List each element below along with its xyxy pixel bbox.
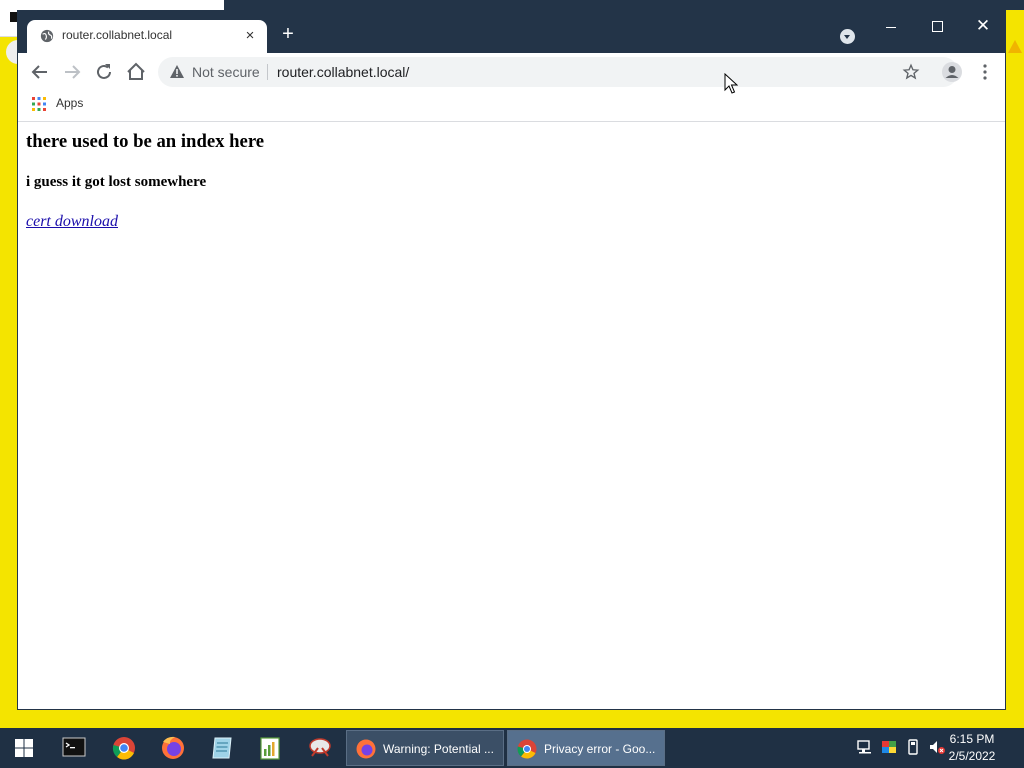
- taskbar-chrome-label: Privacy error - Goo...: [544, 742, 656, 756]
- clock-date: 2/5/2022: [948, 749, 996, 763]
- chrome-icon: [517, 739, 537, 759]
- globe-icon: [40, 29, 54, 43]
- page-subheading: i guess it got lost somewhere: [26, 174, 207, 190]
- tab-title: router.collabnet.local: [62, 28, 173, 42]
- color-display-icon[interactable]: [880, 738, 898, 756]
- cert-download-link[interactable]: cert download: [26, 213, 118, 231]
- tab-close-icon[interactable]: ×: [241, 27, 259, 45]
- notes-app-icon[interactable]: [204, 732, 240, 764]
- taskbar-firefox-label: Warning: Potential ...: [383, 742, 494, 756]
- firefox-icon[interactable]: [155, 732, 191, 764]
- not-secure-label[interactable]: Not secure: [192, 64, 260, 80]
- tab-router[interactable]: router.collabnet.local ×: [27, 20, 267, 53]
- background-warning-icon: [1008, 40, 1022, 53]
- taskbar-chrome-window[interactable]: Privacy error - Goo...: [507, 730, 665, 766]
- spreadsheet-icon[interactable]: [252, 732, 288, 764]
- browser-toolbar: Not secure router.collabnet.local/: [18, 53, 1005, 91]
- tab-strip: router.collabnet.local × + ✕: [18, 11, 1005, 53]
- clock-time: 6:15 PM: [949, 732, 995, 746]
- taskbar: Warning: Potential ... Privacy error - G…: [0, 728, 1024, 768]
- system-clock[interactable]: 6:15 PM 2/5/2022: [942, 731, 1002, 765]
- network-icon[interactable]: [856, 738, 874, 756]
- address-bar[interactable]: Not secure router.collabnet.local/: [158, 57, 958, 87]
- chrome-icon[interactable]: [106, 732, 142, 764]
- bookmarks-bar: Apps: [18, 91, 1005, 122]
- reload-icon[interactable]: [92, 60, 116, 84]
- mouse-cursor-icon: [724, 73, 738, 94]
- new-tab-button[interactable]: +: [278, 24, 298, 45]
- warning-icon[interactable]: [170, 65, 184, 78]
- windows-start-icon[interactable]: [6, 732, 42, 764]
- background-window-titlebar: [224, 0, 1024, 10]
- firefox-icon: [356, 739, 376, 759]
- usb-device-icon[interactable]: [904, 738, 922, 756]
- tab-search-button[interactable]: [840, 29, 855, 44]
- network-tool-icon[interactable]: [302, 732, 338, 764]
- minimize-button[interactable]: [871, 15, 911, 39]
- profile-icon[interactable]: [940, 60, 964, 84]
- star-icon[interactable]: [902, 63, 920, 81]
- terminal-icon[interactable]: [56, 732, 92, 764]
- apps-shortcut[interactable]: Apps: [56, 96, 83, 110]
- home-icon[interactable]: [124, 60, 148, 84]
- page-content: there used to be an index here i guess i…: [18, 122, 1005, 709]
- forward-icon[interactable]: [60, 60, 84, 84]
- minimize-icon: [886, 27, 896, 28]
- url-text[interactable]: router.collabnet.local/: [277, 64, 409, 80]
- maximize-button[interactable]: [917, 15, 957, 39]
- menu-icon[interactable]: [973, 60, 997, 84]
- page-heading: there used to be an index here: [26, 131, 265, 152]
- taskbar-firefox-window[interactable]: Warning: Potential ...: [346, 730, 504, 766]
- browser-window: router.collabnet.local × + ✕ Not secure …: [17, 10, 1006, 710]
- apps-grid-icon[interactable]: [32, 97, 46, 111]
- address-divider: [267, 64, 268, 80]
- close-window-button[interactable]: ✕: [963, 15, 1003, 39]
- back-icon[interactable]: [28, 60, 52, 84]
- maximize-icon: [931, 21, 943, 32]
